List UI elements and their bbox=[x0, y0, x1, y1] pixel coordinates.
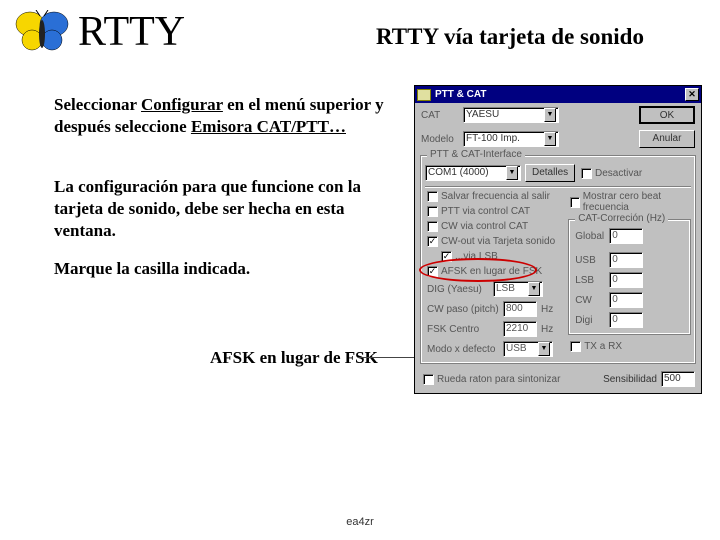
via-lsb-checkbox[interactable]: ✓...via LSB bbox=[425, 249, 566, 264]
cw-cat-checkbox[interactable]: CW via control CAT bbox=[425, 219, 566, 234]
close-icon[interactable]: ✕ bbox=[685, 88, 699, 101]
ptt-cat-checkbox[interactable]: PTT via control CAT bbox=[425, 204, 566, 219]
anular-button[interactable]: Anular bbox=[639, 130, 695, 148]
chevron-down-icon: ▼ bbox=[538, 342, 550, 356]
detalles-button[interactable]: Detalles bbox=[525, 164, 575, 182]
main-title: RTTY bbox=[78, 8, 185, 56]
cat-correccion-group: CAT-Correción (Hz) Global0 USB0 LSB0 CW0… bbox=[568, 219, 691, 335]
usb-input[interactable]: 0 bbox=[609, 252, 643, 268]
fsk-centro-row: FSK Centro 2210 Hz bbox=[425, 319, 566, 339]
dialog-app-icon bbox=[417, 89, 431, 101]
lsb-input[interactable]: 0 bbox=[609, 272, 643, 288]
paragraph-3: Marque la casilla indicada. bbox=[54, 258, 394, 280]
cw-out-checkbox[interactable]: ✓CW-out via Tarjeta sonido bbox=[425, 234, 566, 249]
ok-button[interactable]: OK bbox=[639, 106, 695, 124]
cw-paso-row: CW paso (pitch) 800 Hz bbox=[425, 299, 566, 319]
group-legend: PTT & CAT-Interface bbox=[427, 149, 525, 160]
chevron-down-icon: ▼ bbox=[544, 132, 556, 146]
ptt-cat-interface-group: PTT & CAT-Interface COM1 (4000)▼ Detalle… bbox=[420, 155, 696, 364]
group-legend: CAT-Correción (Hz) bbox=[575, 213, 668, 224]
cw-input[interactable]: 0 bbox=[609, 292, 643, 308]
digi-input[interactable]: 0 bbox=[609, 312, 643, 328]
rueda-raton-checkbox[interactable]: Rueda raton para sintonizar bbox=[421, 372, 599, 387]
tx-rx-checkbox[interactable]: TX a RX bbox=[568, 339, 691, 354]
desactivar-checkbox[interactable]: Desactivar bbox=[579, 166, 644, 181]
paragraph-2: La configuración para que funcione con l… bbox=[54, 176, 394, 241]
modelo-label: Modelo bbox=[421, 134, 459, 145]
dig-yaesu-row: DIG (Yaesu) LSB▼ bbox=[425, 279, 566, 299]
salvar-checkbox[interactable]: Salvar frecuencia al salir bbox=[425, 189, 566, 204]
com-port-select[interactable]: COM1 (4000)▼ bbox=[425, 165, 521, 181]
paragraph-1: Seleccionar Configurar en el menú superi… bbox=[54, 94, 394, 138]
cw-paso-input[interactable]: 800 bbox=[503, 301, 537, 317]
dig-yaesu-select[interactable]: LSB▼ bbox=[493, 281, 543, 297]
afsk-checkbox[interactable]: ✓AFSK en lugar de FSK bbox=[425, 264, 566, 279]
afsk-callout-label: AFSK en lugar de FSK bbox=[210, 348, 378, 368]
fsk-centro-input[interactable]: 2210 bbox=[503, 321, 537, 337]
modo-defecto-select[interactable]: USB▼ bbox=[503, 341, 553, 357]
sensibilidad-input[interactable]: 500 bbox=[661, 371, 695, 387]
cat-label: CAT bbox=[421, 110, 459, 121]
chevron-down-icon: ▼ bbox=[544, 108, 556, 122]
modelo-select[interactable]: FT-100 Imp.▼ bbox=[463, 131, 559, 147]
chevron-down-icon: ▼ bbox=[528, 282, 540, 296]
dialog-title: PTT & CAT bbox=[435, 89, 486, 100]
sensibilidad-label: Sensibilidad bbox=[603, 374, 657, 385]
cat-select[interactable]: YAESU▼ bbox=[463, 107, 559, 123]
footer-credit: ea4zr bbox=[0, 516, 720, 528]
page-subtitle: RTTY vía tarjeta de sonido bbox=[376, 24, 644, 50]
mostrar-checkbox[interactable]: Mostrar cero beat frecuencia bbox=[568, 189, 691, 215]
ptt-cat-dialog: PTT & CAT ✕ CAT YAESU▼ OK Modelo FT-100 … bbox=[414, 85, 702, 394]
dialog-titlebar[interactable]: PTT & CAT ✕ bbox=[415, 86, 701, 103]
global-input[interactable]: 0 bbox=[609, 228, 643, 244]
butterfly-icon bbox=[14, 10, 70, 54]
chevron-down-icon: ▼ bbox=[506, 166, 518, 180]
modo-defecto-row: Modo x defecto USB▼ bbox=[425, 339, 566, 359]
